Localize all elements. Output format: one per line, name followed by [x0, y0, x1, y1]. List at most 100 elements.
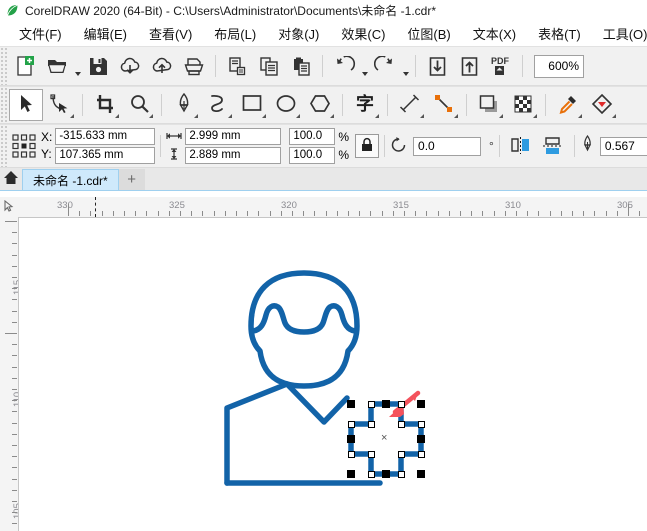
flyout-arrow[interactable] [499, 114, 503, 118]
selection-handle-w[interactable] [347, 435, 355, 443]
import-button[interactable] [421, 50, 453, 82]
undo-button[interactable] [328, 50, 360, 82]
tool-text[interactable]: 字 [348, 89, 382, 121]
selection-handle-sw[interactable] [347, 470, 355, 478]
tool-dimension[interactable] [393, 89, 427, 121]
flyout-arrow[interactable] [533, 114, 537, 118]
export-button[interactable] [453, 50, 485, 82]
height-input[interactable]: 2.889 mm [185, 147, 282, 164]
drawing-canvas[interactable]: × [19, 218, 647, 531]
tool-polygon[interactable] [303, 89, 337, 121]
document-tab[interactable]: 未命名 -1.cdr* [22, 169, 119, 190]
shape-node[interactable] [418, 451, 425, 458]
flyout-arrow[interactable] [228, 114, 232, 118]
flyout-arrow[interactable] [578, 114, 582, 118]
flyout-arrow[interactable] [612, 114, 616, 118]
shape-node[interactable] [368, 471, 375, 478]
shape-node[interactable] [398, 401, 405, 408]
flyout-arrow[interactable] [454, 114, 458, 118]
shape-node[interactable] [348, 421, 355, 428]
save-document-button[interactable] [82, 50, 114, 82]
selection-handle-s[interactable] [382, 470, 390, 478]
shape-node[interactable] [368, 451, 375, 458]
print-button[interactable] [178, 50, 210, 82]
horizontal-ruler[interactable]: 330 325 320 315 310 305 [18, 197, 647, 218]
open-document-dropdown[interactable] [73, 48, 82, 85]
x-position-input[interactable]: -315.633 mm [55, 128, 156, 145]
toolbar-grip[interactable] [0, 47, 9, 85]
vertical-ruler[interactable]: 115 110 105 [0, 217, 19, 531]
menu-bitmaps[interactable]: 位图(B) [396, 22, 461, 45]
menu-effects[interactable]: 效果(C) [330, 22, 396, 45]
paste-button[interactable] [285, 50, 317, 82]
undo-dropdown[interactable] [360, 48, 369, 85]
menu-file[interactable]: 文件(F) [8, 22, 73, 45]
selection-handle-n[interactable] [382, 400, 390, 408]
shape-node[interactable] [418, 421, 425, 428]
tool-ellipse[interactable] [269, 89, 303, 121]
flyout-arrow[interactable] [375, 114, 379, 118]
tool-zoom[interactable] [122, 89, 156, 121]
mirror-vertical-button[interactable] [537, 130, 569, 162]
flyout-arrow[interactable] [149, 114, 153, 118]
shape-node[interactable] [398, 421, 405, 428]
selection-handle-e[interactable] [417, 435, 425, 443]
width-input[interactable]: 2.999 mm [185, 128, 282, 145]
rotation-angle-input[interactable]: 0.0 [413, 136, 482, 156]
shape-node[interactable] [348, 451, 355, 458]
shape-node[interactable] [398, 471, 405, 478]
publish-pdf-button[interactable]: PDF [485, 50, 517, 82]
tool-freehand[interactable] [201, 89, 235, 121]
shape-node[interactable] [398, 451, 405, 458]
property-bar-grip[interactable] [0, 125, 9, 167]
menu-layout[interactable]: 布局(L) [203, 22, 267, 45]
menu-edit[interactable]: 编辑(E) [73, 22, 138, 45]
cloud-download-button[interactable] [114, 50, 146, 82]
open-document-button[interactable] [41, 50, 73, 82]
tool-connector[interactable] [427, 89, 461, 121]
tool-shape[interactable] [43, 89, 77, 121]
tool-pick[interactable] [9, 89, 43, 121]
flyout-arrow[interactable] [420, 114, 424, 118]
shape-node[interactable] [368, 421, 375, 428]
copy-button[interactable] [253, 50, 285, 82]
mirror-horizontal-button[interactable] [505, 130, 537, 162]
cloud-upload-button[interactable] [146, 50, 178, 82]
tool-rectangle[interactable] [235, 89, 269, 121]
redo-dropdown[interactable] [401, 48, 410, 85]
home-button[interactable] [0, 168, 22, 190]
toolbox-grip[interactable] [0, 87, 9, 123]
menu-object[interactable]: 对象(J) [267, 22, 330, 45]
tool-interactive-fill[interactable] [585, 89, 619, 121]
object-origin-icon[interactable] [11, 133, 37, 159]
menu-text[interactable]: 文本(X) [462, 22, 527, 45]
shape-node[interactable] [368, 401, 375, 408]
menu-tools[interactable]: 工具(O) [592, 22, 647, 45]
flyout-arrow[interactable] [70, 114, 74, 118]
new-document-button[interactable] [9, 50, 41, 82]
tool-transparency[interactable] [506, 89, 540, 121]
tool-shadow[interactable] [472, 89, 506, 121]
menu-view[interactable]: 查看(V) [138, 22, 203, 45]
zoom-level-input[interactable]: 600% [534, 54, 584, 78]
flyout-arrow[interactable] [115, 114, 119, 118]
flyout-arrow[interactable] [262, 114, 266, 118]
ruler-origin-button[interactable] [0, 197, 19, 218]
scale-x-input[interactable]: 100.0 [289, 128, 336, 145]
y-position-input[interactable]: 107.365 mm [55, 147, 156, 164]
tool-pen[interactable] [167, 89, 201, 121]
lock-ratio-button[interactable] [355, 134, 380, 158]
redo-button[interactable] [369, 50, 401, 82]
selection-handle-ne[interactable] [417, 400, 425, 408]
tool-color-eyedropper[interactable] [551, 89, 585, 121]
selection-handle-se[interactable] [417, 470, 425, 478]
cut-button[interactable] [221, 50, 253, 82]
selection-handle-nw[interactable] [347, 400, 355, 408]
flyout-arrow[interactable] [194, 114, 198, 118]
tool-crop[interactable] [88, 89, 122, 121]
menu-table[interactable]: 表格(T) [527, 22, 592, 45]
scale-y-input[interactable]: 100.0 [289, 147, 336, 164]
outline-width-input[interactable]: 0.567 [599, 136, 647, 156]
flyout-arrow[interactable] [296, 114, 300, 118]
add-document-tab-button[interactable]: + [118, 169, 145, 190]
